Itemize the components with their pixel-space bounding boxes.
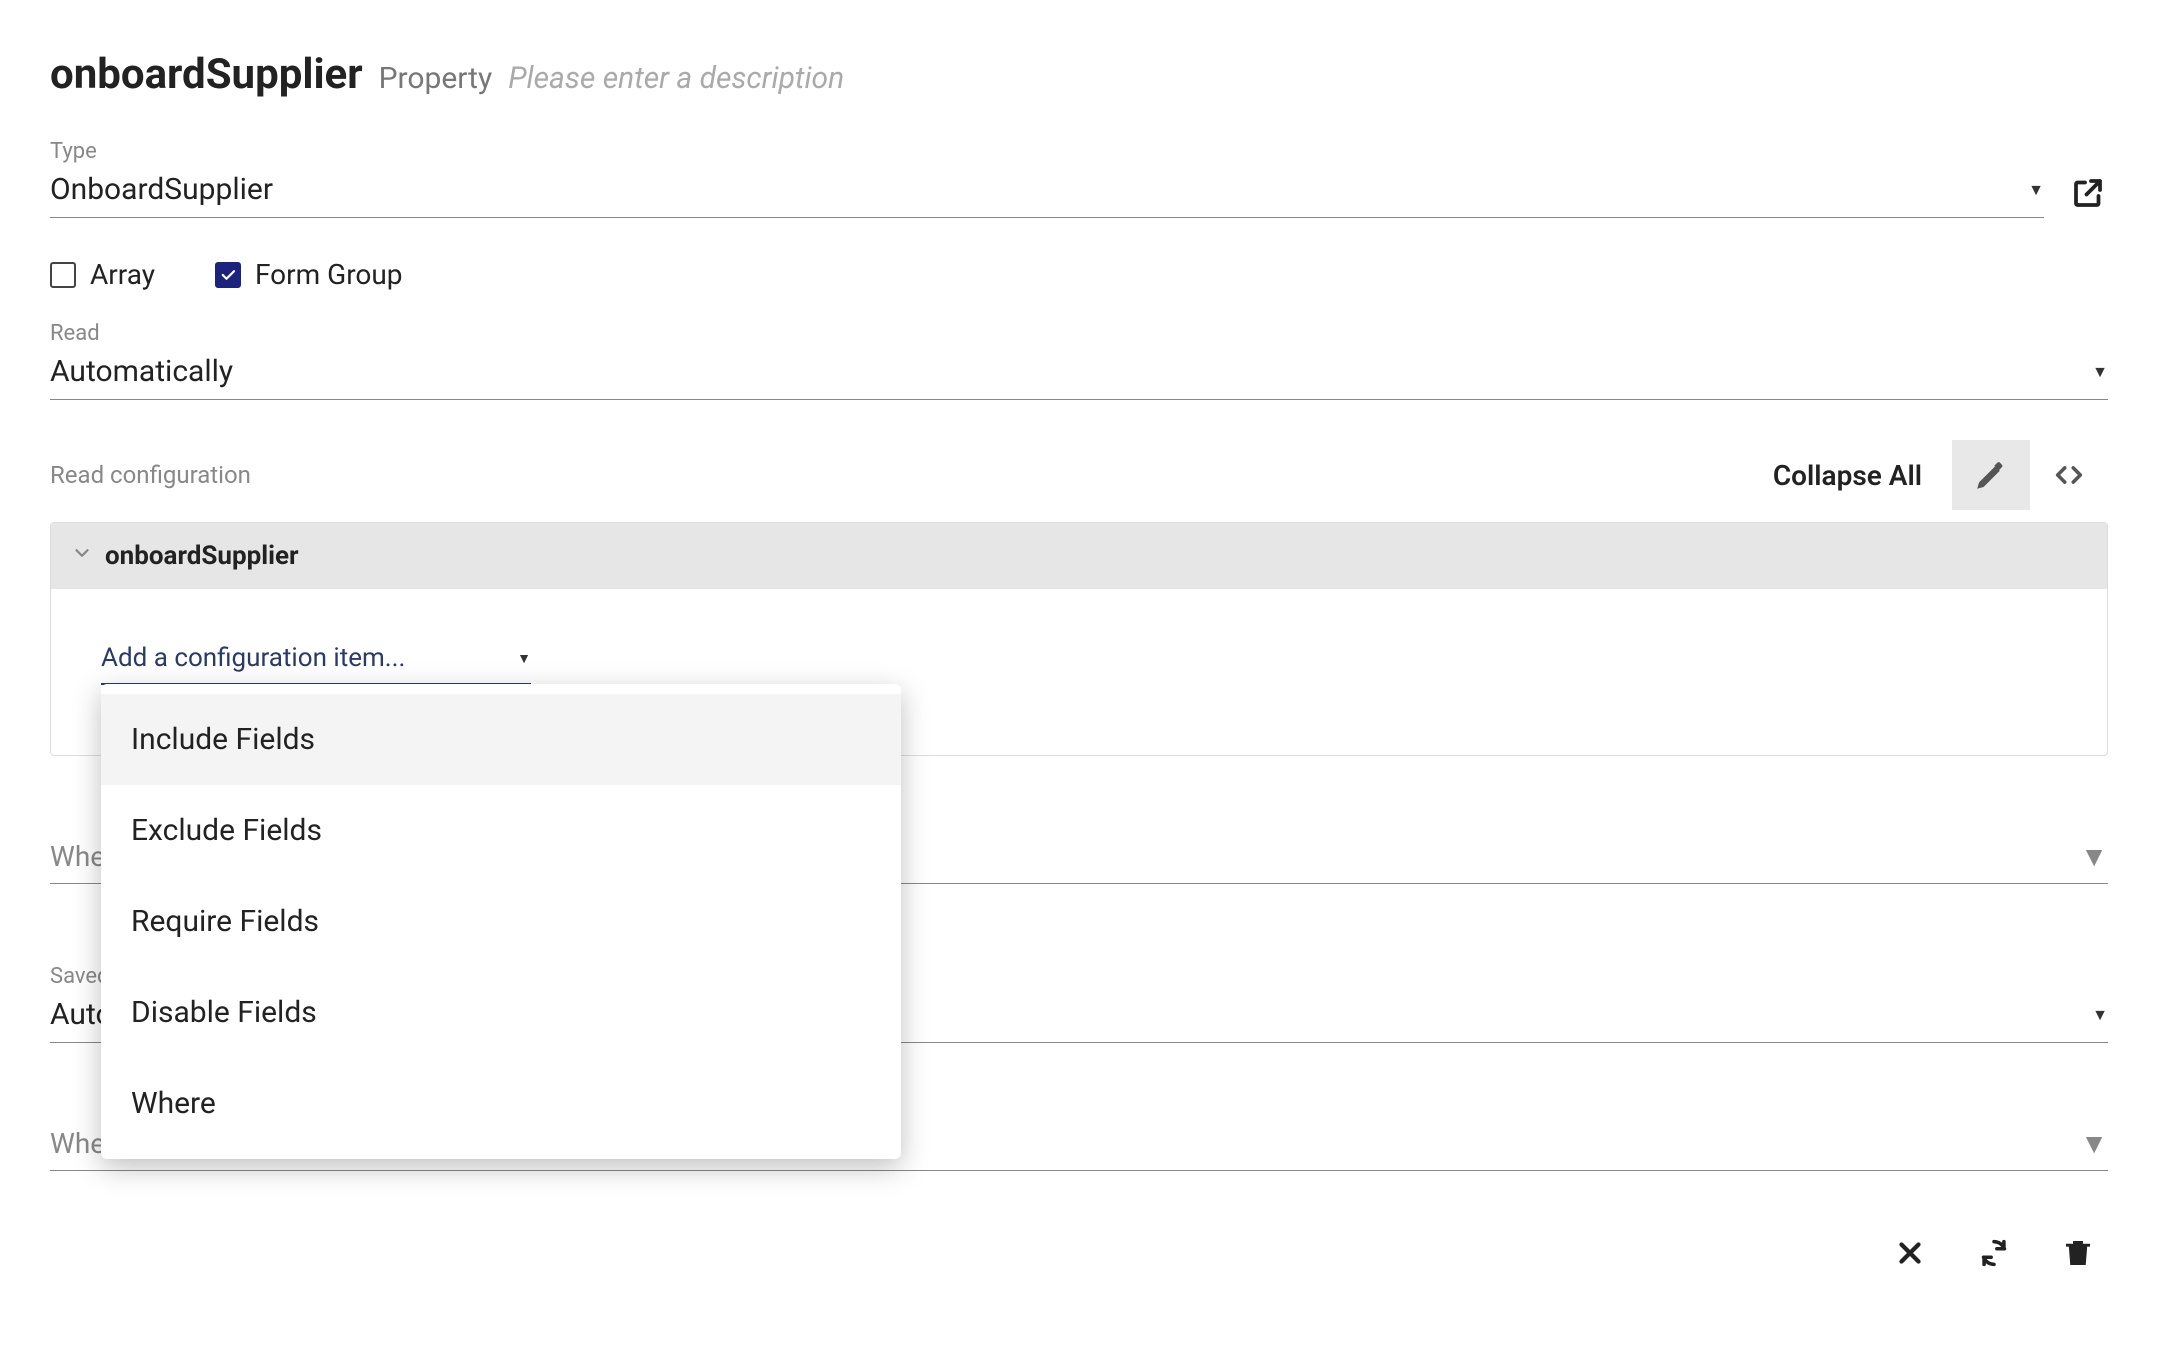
read-field: Read Automatically ▼ bbox=[50, 321, 2108, 400]
array-checkbox[interactable] bbox=[50, 262, 76, 288]
form-group-checkbox-item: Form Group bbox=[215, 258, 403, 291]
tree-root-name: onboardSupplier bbox=[105, 541, 299, 571]
caret-down-icon: ▼ bbox=[2092, 1005, 2108, 1025]
code-icon bbox=[2052, 458, 2086, 492]
type-value: OnboardSupplier bbox=[50, 172, 273, 207]
caret-down-icon: ▼ bbox=[2080, 1127, 2108, 1160]
edit-mode-button[interactable] bbox=[1952, 440, 2030, 510]
chevron-down-icon bbox=[71, 541, 93, 571]
header: onboardSupplier Property Please enter a … bbox=[50, 50, 2108, 99]
dropdown-item-include-fields[interactable]: Include Fields bbox=[101, 694, 901, 785]
collapse-all-button[interactable]: Collapse All bbox=[1773, 459, 1922, 492]
when-failed-placeholder-2: Whe bbox=[50, 1127, 105, 1160]
array-checkbox-item: Array bbox=[50, 258, 155, 291]
open-external-icon bbox=[2070, 175, 2106, 211]
when-failed-placeholder: Whe bbox=[50, 840, 105, 873]
page-title: onboardSupplier bbox=[50, 50, 363, 99]
page-subtitle: Property bbox=[379, 61, 493, 96]
type-select[interactable]: OnboardSupplier ▼ bbox=[50, 168, 2044, 218]
close-button[interactable] bbox=[1888, 1231, 1932, 1275]
caret-down-icon: ▼ bbox=[2092, 362, 2108, 382]
type-label: Type bbox=[50, 139, 2108, 164]
close-icon bbox=[1893, 1236, 1927, 1270]
code-mode-button[interactable] bbox=[2030, 440, 2108, 510]
delete-button[interactable] bbox=[2056, 1231, 2100, 1275]
add-config-dropdown: Include Fields Exclude Fields Require Fi… bbox=[101, 684, 901, 1159]
caret-down-icon: ▼ bbox=[2080, 840, 2108, 873]
refresh-icon bbox=[1977, 1236, 2011, 1270]
open-external-button[interactable] bbox=[2068, 173, 2108, 213]
add-config-placeholder: Add a configuration item... bbox=[101, 643, 405, 673]
tree-body: Add a configuration item... ▼ Include Fi… bbox=[51, 589, 2107, 755]
view-mode-toggle bbox=[1952, 440, 2108, 510]
footer-actions bbox=[50, 1231, 2108, 1275]
config-tree: onboardSupplier Add a configuration item… bbox=[50, 522, 2108, 756]
caret-down-icon: ▼ bbox=[2028, 180, 2044, 200]
checkbox-row: Array Form Group bbox=[50, 258, 2108, 291]
refresh-button[interactable] bbox=[1972, 1231, 2016, 1275]
trash-icon bbox=[2061, 1236, 2095, 1270]
dropdown-item-require-fields[interactable]: Require Fields bbox=[101, 876, 901, 967]
read-config-header: Read configuration Collapse All bbox=[50, 440, 2108, 510]
read-config-label: Read configuration bbox=[50, 461, 251, 489]
dropdown-item-where[interactable]: Where bbox=[101, 1058, 901, 1149]
array-label: Array bbox=[90, 258, 155, 291]
check-icon bbox=[219, 266, 237, 284]
caret-down-icon: ▼ bbox=[517, 650, 531, 667]
description-placeholder[interactable]: Please enter a description bbox=[508, 61, 844, 96]
read-select[interactable]: Automatically ▼ bbox=[50, 350, 2108, 400]
dropdown-item-disable-fields[interactable]: Disable Fields bbox=[101, 967, 901, 1058]
dropdown-item-exclude-fields[interactable]: Exclude Fields bbox=[101, 785, 901, 876]
add-config-select[interactable]: Add a configuration item... ▼ bbox=[101, 639, 531, 685]
tree-root-header[interactable]: onboardSupplier bbox=[51, 523, 2107, 589]
type-field: Type OnboardSupplier ▼ bbox=[50, 139, 2108, 218]
read-value: Automatically bbox=[50, 354, 233, 389]
form-group-checkbox[interactable] bbox=[215, 262, 241, 288]
form-group-label: Form Group bbox=[255, 258, 403, 291]
read-label: Read bbox=[50, 321, 2108, 346]
pencil-icon bbox=[1974, 458, 2008, 492]
